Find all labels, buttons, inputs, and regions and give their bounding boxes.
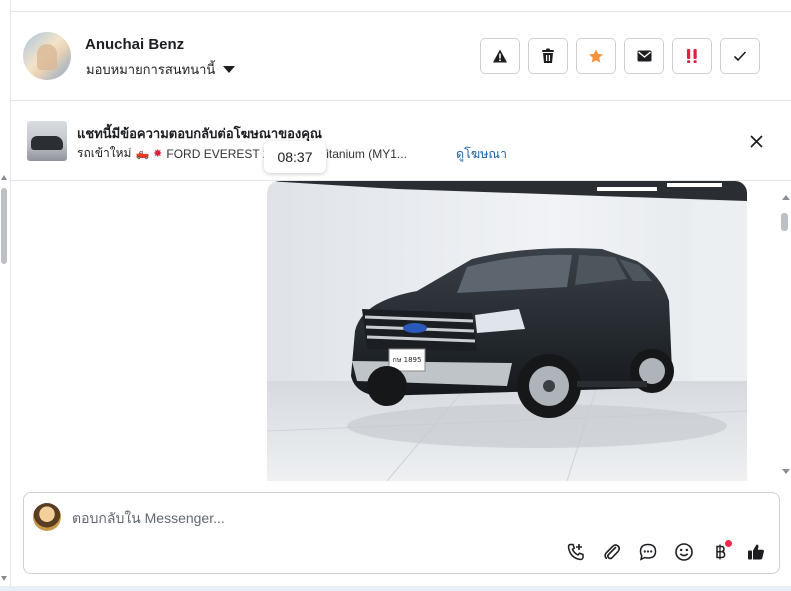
chat-bubble-icon: [639, 543, 657, 561]
chat-thread[interactable]: กษ 1895: [11, 181, 791, 481]
chat-scrollbar-thumb[interactable]: [781, 213, 788, 231]
assign-conversation-dropdown[interactable]: มอบหมายการสนทนานี้: [86, 59, 236, 80]
messenger-inbox-panel: Anuchai Benz มอบหมายการสนทนานี้ แชทนี้มี…: [0, 0, 791, 591]
reply-input[interactable]: [72, 509, 752, 527]
composer-toolbar: [564, 540, 768, 564]
call-button[interactable]: [564, 540, 588, 564]
saved-replies-button[interactable]: [636, 540, 660, 564]
payment-button[interactable]: [708, 540, 732, 564]
ad-thumbnail[interactable]: [27, 121, 67, 161]
mark-done-button[interactable]: [720, 38, 760, 74]
check-icon: [733, 51, 747, 62]
attach-button[interactable]: [600, 540, 624, 564]
caret-down-icon: [223, 66, 236, 73]
view-ad-link[interactable]: ดูโฆษณา: [456, 144, 507, 164]
delete-button[interactable]: [528, 38, 568, 74]
car-photo-message[interactable]: กษ 1895: [267, 181, 747, 481]
avatar[interactable]: [23, 32, 71, 80]
conversation-header: Anuchai Benz มอบหมายการสนทนานี้: [11, 12, 791, 101]
svg-text:กษ 1895: กษ 1895: [393, 356, 422, 364]
chat-scroll-down-icon[interactable]: [782, 469, 790, 474]
notification-dot: [725, 540, 732, 547]
car-emoji-icon: 🛻: [135, 148, 150, 160]
left-scrollbar[interactable]: [0, 0, 11, 591]
page-avatar: [33, 503, 61, 531]
car-photo: กษ 1895: [267, 181, 747, 481]
user-name[interactable]: Anuchai Benz: [85, 36, 184, 53]
scroll-up-arrow-icon[interactable]: [1, 175, 7, 180]
close-banner-button[interactable]: [746, 131, 766, 151]
bottom-divider: [0, 586, 791, 591]
sparkle-emoji-icon: ✸: [153, 148, 163, 160]
report-button[interactable]: [480, 38, 520, 74]
message-timestamp-tooltip: 08:37: [264, 141, 326, 173]
ad-subtitle: รถเข้าใหม่ 🛻 ✸ FORD EVEREST 2 222t 2.2 T…: [77, 144, 446, 163]
close-icon: [749, 134, 763, 148]
call-plus-icon: [567, 543, 584, 561]
like-button[interactable]: [744, 540, 768, 564]
star-icon: [589, 49, 603, 63]
trash-icon: [542, 48, 554, 63]
star-button[interactable]: [576, 38, 616, 74]
emoji-button[interactable]: [672, 540, 696, 564]
emoji-icon: [675, 543, 693, 561]
assign-label: มอบหมายการสนทนานี้: [86, 62, 216, 77]
chat-scroll-up-icon[interactable]: [782, 195, 790, 200]
spam-icon: [687, 49, 697, 63]
top-divider: [10, 0, 791, 12]
warning-icon: [493, 49, 507, 63]
thumbs-up-icon: [748, 544, 764, 560]
scroll-down-arrow-icon[interactable]: [1, 576, 7, 581]
scrollbar-thumb[interactable]: [1, 188, 7, 264]
mail-icon: [637, 50, 651, 62]
mark-unread-button[interactable]: [624, 38, 664, 74]
ad-reply-banner: แชทนี้มีข้อความตอบกลับต่อโฆษณาของคุณ รถเ…: [11, 101, 791, 181]
message-composer: [23, 492, 780, 574]
ad-prefix: รถเข้าใหม่: [77, 146, 132, 160]
header-actions: [480, 38, 760, 74]
spam-button[interactable]: [672, 38, 712, 74]
paperclip-icon: [604, 544, 621, 560]
